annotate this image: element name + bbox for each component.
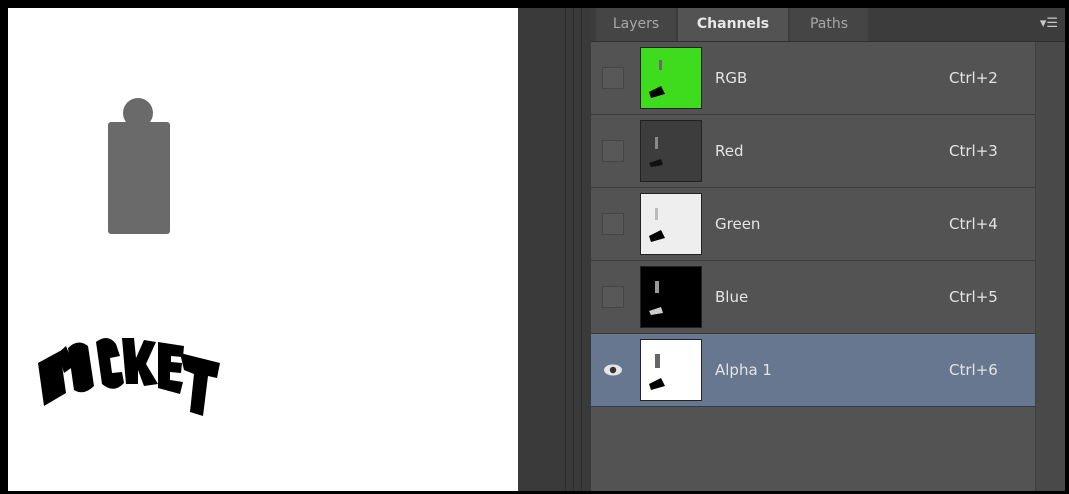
channel-thumbnail xyxy=(640,266,702,328)
eye-icon[interactable] xyxy=(602,359,624,381)
document-canvas[interactable] xyxy=(8,8,518,491)
channel-shortcut: Ctrl+2 xyxy=(949,69,998,87)
channel-shortcut: Ctrl+4 xyxy=(949,215,998,233)
channel-row-rgb[interactable]: RGB Ctrl+2 xyxy=(591,42,1035,115)
tab-paths[interactable]: Paths xyxy=(790,8,868,41)
visibility-toggle[interactable] xyxy=(602,67,624,89)
channels-panel: Layers Channels Paths ▾☰ RGB Ctrl+2 Red … xyxy=(591,8,1065,491)
channel-shortcut: Ctrl+3 xyxy=(949,142,998,160)
channel-shortcut: Ctrl+5 xyxy=(949,288,998,306)
visibility-toggle[interactable] xyxy=(602,286,624,308)
channel-name: Green xyxy=(715,215,761,233)
tab-layers[interactable]: Layers xyxy=(596,8,676,41)
visibility-toggle[interactable] xyxy=(602,140,624,162)
photoshop-window: Layers Channels Paths ▾☰ RGB Ctrl+2 Red … xyxy=(0,0,1069,494)
rocket-arched-text xyxy=(38,337,220,416)
channel-name: Alpha 1 xyxy=(715,361,772,379)
channel-thumbnail xyxy=(640,120,702,182)
rocket-shape xyxy=(108,98,170,234)
channel-row-blue[interactable]: Blue Ctrl+5 xyxy=(591,261,1035,334)
channel-row-alpha-1[interactable]: Alpha 1 Ctrl+6 xyxy=(591,334,1035,407)
channel-name: RGB xyxy=(715,69,748,87)
channel-name: Blue xyxy=(715,288,749,306)
channel-thumbnail xyxy=(640,339,702,401)
tab-channels[interactable]: Channels xyxy=(678,8,788,41)
visibility-toggle[interactable] xyxy=(602,213,624,235)
thumbnail-icon xyxy=(649,137,663,167)
panel-tab-bar: Layers Channels Paths ▾☰ xyxy=(591,8,1065,42)
canvas-artwork xyxy=(38,98,220,416)
thumbnail-icon xyxy=(649,60,665,98)
thumbnail-icon xyxy=(649,281,663,315)
channel-name: Red xyxy=(715,142,744,160)
channel-row-green[interactable]: Green Ctrl+4 xyxy=(591,188,1035,261)
channel-shortcut: Ctrl+6 xyxy=(949,361,998,379)
panel-scrollbar[interactable] xyxy=(1035,42,1065,491)
channel-thumbnail xyxy=(640,193,702,255)
thumbnail-icon xyxy=(649,208,665,242)
channel-row-red[interactable]: Red Ctrl+3 xyxy=(591,115,1035,188)
panel-menu-icon[interactable]: ▾☰ xyxy=(1039,16,1059,32)
channel-list: RGB Ctrl+2 Red Ctrl+3 Green Ctrl+4 Blue … xyxy=(591,42,1035,407)
channel-thumbnail xyxy=(640,47,702,109)
panel-dock-gutter xyxy=(518,8,591,491)
thumbnail-icon xyxy=(649,354,665,390)
